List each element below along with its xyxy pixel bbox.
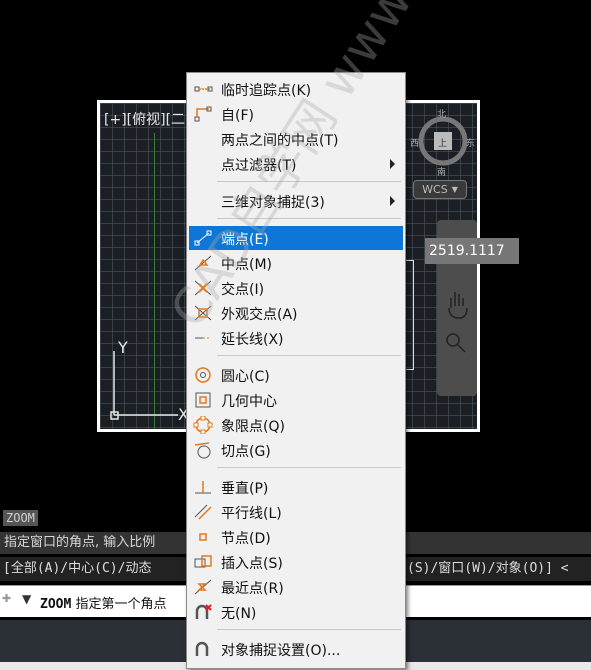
wcs-label: WCS: [422, 183, 448, 196]
viewcube-north[interactable]: 北: [437, 107, 446, 120]
menu-divider: [217, 218, 401, 219]
temp-track-icon: [194, 86, 213, 92]
menu-item-point-filters[interactable]: 点过滤器(T): [189, 152, 403, 176]
osnap-settings-icon: [195, 641, 209, 656]
menu-item-insertion[interactable]: 插入点(S): [189, 550, 403, 574]
menu-item-osnap-settings[interactable]: 对象捕捉设置(O)...: [189, 637, 403, 661]
intersection-icon: [194, 280, 212, 296]
menu-item-nearest[interactable]: 最近点(R): [189, 575, 403, 599]
quadrant-icon: [193, 416, 213, 434]
tangent-icon: [194, 442, 211, 459]
parallel-icon: [194, 504, 212, 520]
menu-item-intersection[interactable]: 交点(I): [189, 276, 403, 300]
menu-item-endpoint[interactable]: 端点(E): [189, 226, 403, 250]
command-input-cmd: ZOOM: [40, 597, 72, 612]
command-recent-chevron-icon[interactable]: ▼: [22, 592, 31, 606]
menu-item-apparent-intersection[interactable]: 外观交点(A): [189, 301, 403, 325]
command-input-text: ZOOM 指定第一个角点: [40, 593, 166, 612]
insertion-icon: [194, 555, 212, 568]
command-customize-icon[interactable]: ✚: [2, 592, 18, 608]
center-icon: [195, 367, 211, 383]
menu-item-center[interactable]: 圆心(C): [189, 363, 403, 387]
wcs-dropdown[interactable]: WCS ▼: [413, 180, 467, 199]
extension-icon: [195, 337, 211, 339]
view-controls-label[interactable]: [+][俯视][二: [104, 109, 185, 129]
menu-item-tangent[interactable]: 切点(G): [189, 438, 403, 462]
menu-item-temp-track[interactable]: 临时追踪点(K): [189, 77, 403, 101]
submenu-arrow-icon: [390, 196, 395, 206]
endpoint-icon: [194, 230, 212, 246]
viewcube-south[interactable]: 南: [437, 165, 446, 178]
menu-item-extension[interactable]: 延长线(X): [189, 326, 403, 350]
midpoint-icon: [194, 255, 212, 271]
apparent-intersection-icon: [194, 305, 212, 321]
menu-item-quadrant[interactable]: 象限点(Q): [189, 413, 403, 437]
viewcube-west[interactable]: 西: [410, 136, 419, 149]
crosshair-cursor: [405, 260, 414, 370]
command-history-zoom: ZOOM: [3, 510, 38, 526]
viewcube-top[interactable]: 上: [438, 136, 447, 149]
geometric-center-icon: [195, 392, 211, 408]
chevron-down-icon: ▼: [451, 185, 458, 194]
perpendicular-icon: [195, 481, 211, 494]
menu-divider: [217, 467, 401, 468]
node-icon: [199, 533, 207, 541]
ucs-y-label: Y: [117, 341, 128, 357]
menu-divider: [217, 355, 401, 356]
menu-item-geometric-center[interactable]: 几何中心: [189, 388, 403, 412]
from-icon: [194, 106, 212, 122]
submenu-arrow-icon: [390, 159, 395, 169]
menu-divider: [217, 629, 401, 630]
command-options-line-tail[interactable]: (S)/窗口(W)/对象(O)] <: [407, 557, 569, 581]
menu-divider: [217, 181, 401, 182]
object-snap-context-menu: 临时追踪点(K) 自(F) 两点之间的中点(T) 点过滤器(T) 三维对象捕捉(…: [186, 72, 406, 669]
menu-item-node[interactable]: 节点(D): [189, 525, 403, 549]
none-icon: [195, 604, 212, 619]
menu-item-parallel[interactable]: 平行线(L): [189, 500, 403, 524]
menu-item-midpoint[interactable]: 中点(M): [189, 251, 403, 275]
viewcube-east[interactable]: 东: [466, 136, 475, 149]
dynamic-input-coordinate[interactable]: 2519.1117: [425, 238, 519, 264]
ucs-icon: Y X: [110, 341, 188, 421]
viewcube[interactable]: 北 南 西 东 上: [407, 105, 479, 178]
menu-item-midbetween[interactable]: 两点之间的中点(T): [189, 127, 403, 151]
menu-item-perpendicular[interactable]: 垂直(P): [189, 475, 403, 499]
menu-item-none[interactable]: 无(N): [189, 600, 403, 624]
menu-item-from[interactable]: 自(F): [189, 102, 403, 126]
command-input-prompt: 指定第一个角点: [75, 597, 167, 612]
nearest-icon: [194, 579, 212, 595]
menu-item-3d-osnap[interactable]: 三维对象捕捉(3): [189, 189, 403, 213]
